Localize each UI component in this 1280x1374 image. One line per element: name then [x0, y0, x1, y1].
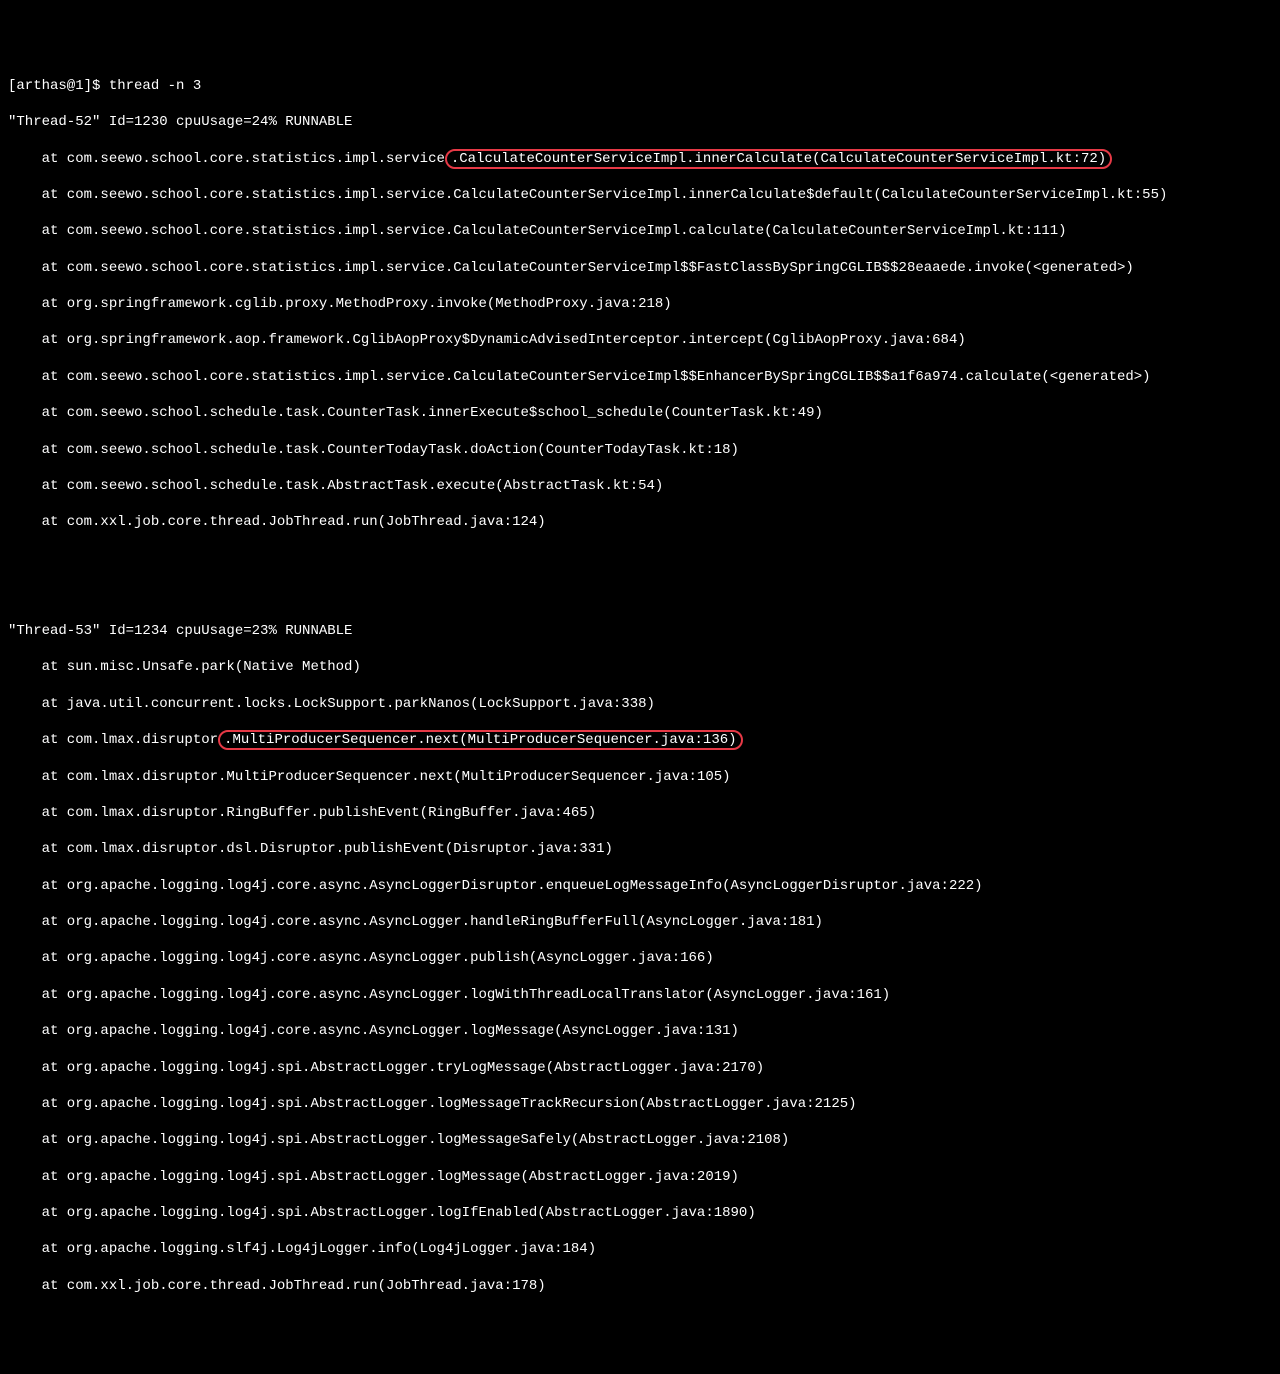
stack-frame: at com.lmax.disruptor.RingBuffer.publish…: [8, 804, 1272, 822]
stack-frame: at org.apache.logging.log4j.spi.Abstract…: [8, 1168, 1272, 1186]
stack-frame: at org.apache.logging.log4j.core.async.A…: [8, 949, 1272, 967]
stack-frame: at com.lmax.disruptor.MultiProducerSeque…: [8, 768, 1272, 786]
highlight-box: .CalculateCounterServiceImpl.innerCalcul…: [445, 149, 1112, 169]
blank-line: [8, 550, 1272, 568]
highlight-box: .MultiProducerSequencer.next(MultiProduc…: [218, 730, 742, 750]
blank-line: [8, 586, 1272, 604]
stack-frame: at com.xxl.job.core.thread.JobThread.run…: [8, 1277, 1272, 1295]
stack-frame: at com.seewo.school.schedule.task.Counte…: [8, 441, 1272, 459]
stack-frame: at com.seewo.school.core.statistics.impl…: [8, 222, 1272, 240]
stack-frame: at org.apache.logging.log4j.core.async.A…: [8, 877, 1272, 895]
stack-frame-pre: at com.lmax.disruptor: [8, 732, 218, 748]
stack-frame: at sun.misc.Unsafe.park(Native Method): [8, 658, 1272, 676]
stack-frame-pre: at com.seewo.school.core.statistics.impl…: [8, 151, 445, 167]
stack-frame: at org.apache.logging.log4j.core.async.A…: [8, 913, 1272, 931]
stack-frame: at com.seewo.school.core.statistics.impl…: [8, 259, 1272, 277]
stack-frame: at com.seewo.school.schedule.task.Counte…: [8, 404, 1272, 422]
stack-frame: at com.lmax.disruptor.MultiProducerSeque…: [8, 731, 1272, 749]
stack-frame: at org.apache.logging.log4j.core.async.A…: [8, 986, 1272, 1004]
stack-frame: at java.util.concurrent.locks.LockSuppor…: [8, 695, 1272, 713]
stack-frame: at org.springframework.cglib.proxy.Metho…: [8, 295, 1272, 313]
stack-frame: at com.seewo.school.schedule.task.Abstra…: [8, 477, 1272, 495]
stack-frame: at org.apache.logging.log4j.core.async.A…: [8, 1022, 1272, 1040]
stack-frame: at com.seewo.school.core.statistics.impl…: [8, 368, 1272, 386]
prompt-line: [arthas@1]$ thread -n 3: [8, 77, 1272, 95]
thread1-header: "Thread-52" Id=1230 cpuUsage=24% RUNNABL…: [8, 113, 1272, 131]
stack-frame: at org.apache.logging.log4j.spi.Abstract…: [8, 1131, 1272, 1149]
stack-frame: at com.seewo.school.core.statistics.impl…: [8, 150, 1272, 168]
stack-frame: at com.seewo.school.core.statistics.impl…: [8, 186, 1272, 204]
stack-frame: at org.apache.logging.log4j.spi.Abstract…: [8, 1059, 1272, 1077]
stack-frame: at org.apache.logging.log4j.spi.Abstract…: [8, 1204, 1272, 1222]
stack-frame: at org.apache.logging.slf4j.Log4jLogger.…: [8, 1240, 1272, 1258]
thread2-header: "Thread-53" Id=1234 cpuUsage=23% RUNNABL…: [8, 622, 1272, 640]
stack-frame: at org.springframework.aop.framework.Cgl…: [8, 331, 1272, 349]
stack-frame: at com.xxl.job.core.thread.JobThread.run…: [8, 513, 1272, 531]
stack-frame: at org.apache.logging.log4j.spi.Abstract…: [8, 1095, 1272, 1113]
blank-line: [8, 1349, 1272, 1367]
blank-line: [8, 1313, 1272, 1331]
stack-frame: at com.lmax.disruptor.dsl.Disruptor.publ…: [8, 840, 1272, 858]
